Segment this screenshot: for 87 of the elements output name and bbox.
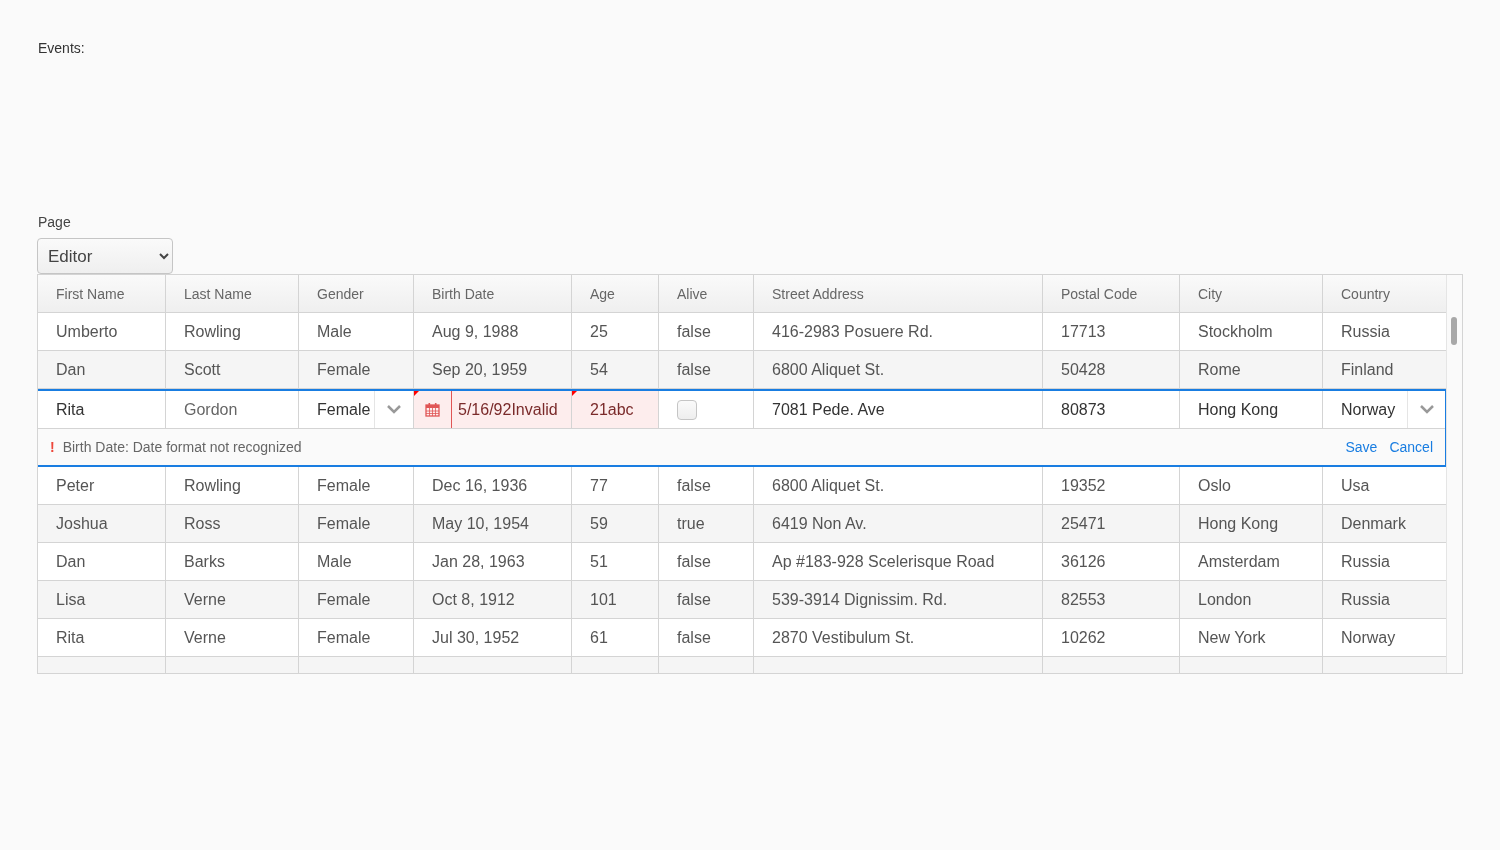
table-cell: false bbox=[659, 351, 754, 388]
column-header[interactable]: First Name bbox=[38, 275, 166, 312]
table-cell: Ross bbox=[166, 505, 299, 542]
caret-icon bbox=[1420, 405, 1434, 414]
table-cell: Female bbox=[299, 581, 414, 618]
table-cell: false bbox=[659, 313, 754, 350]
scrollbar-thumb[interactable] bbox=[1451, 317, 1457, 345]
table-cell: Rowling bbox=[166, 467, 299, 504]
cancel-button[interactable]: Cancel bbox=[1377, 439, 1433, 455]
error-message: Birth Date: Date format not recognized bbox=[62, 439, 302, 455]
table-cell: 2870 Vestibulum St. bbox=[754, 619, 1043, 656]
table-cell: 50428 bbox=[1043, 351, 1180, 388]
table-cell: Hong Kong bbox=[1180, 505, 1323, 542]
table-cell: 36126 bbox=[1043, 543, 1180, 580]
table-cell: Male bbox=[299, 543, 414, 580]
table-cell: Dan bbox=[38, 351, 166, 388]
page-label: Page bbox=[38, 214, 72, 232]
table-cell: Verne bbox=[166, 581, 299, 618]
table-cell: Gordon bbox=[166, 391, 299, 428]
table-cell: Female bbox=[299, 619, 414, 656]
calendar-icon bbox=[425, 402, 440, 417]
alive-checkbox[interactable] bbox=[677, 399, 697, 420]
table-cell: New York bbox=[1180, 619, 1323, 656]
error-mark: ! bbox=[50, 439, 55, 455]
table-cell: Male bbox=[299, 313, 414, 350]
table-cell: 6800 Aliquet St. bbox=[754, 351, 1043, 388]
table-cell: Female bbox=[299, 467, 414, 504]
table-cell: 101 bbox=[572, 581, 659, 618]
table-cell: Jul 30, 1952 bbox=[414, 619, 572, 656]
table-cell: Scott bbox=[166, 351, 299, 388]
table-cell: Rita bbox=[38, 619, 166, 656]
table-cell: Rowling bbox=[166, 313, 299, 350]
table-cell: Aug 9, 1988 bbox=[414, 313, 572, 350]
table-cell: 19352 bbox=[1043, 467, 1180, 504]
table-cell: 416-2983 Posuere Rd. bbox=[754, 313, 1043, 350]
table-cell: Female bbox=[299, 505, 414, 542]
table-cell: Sep 20, 1959 bbox=[414, 351, 572, 388]
table-cell: Dec 16, 1936 bbox=[414, 467, 572, 504]
column-header[interactable]: City bbox=[1180, 275, 1323, 312]
table-cell: 59 bbox=[572, 505, 659, 542]
table-cell: Jan 28, 1963 bbox=[414, 543, 572, 580]
table-cell: Peter bbox=[38, 467, 166, 504]
age-field[interactable]: 21abc bbox=[572, 391, 659, 428]
table-cell: 82553 bbox=[1043, 581, 1180, 618]
table-cell: 61 bbox=[572, 619, 659, 656]
column-header[interactable]: Last Name bbox=[166, 275, 299, 312]
table-cell: Barks bbox=[166, 543, 299, 580]
table-cell: 17713 bbox=[1043, 313, 1180, 350]
table-cell: 6800 Aliquet St. bbox=[754, 467, 1043, 504]
table-cell: Dan bbox=[38, 543, 166, 580]
table-cell: 6419 Non Av. bbox=[754, 505, 1043, 542]
page-select[interactable]: Editor bbox=[37, 238, 173, 274]
table-cell: Amsterdam bbox=[1180, 543, 1323, 580]
table-cell: 539-3914 Dignissim. Rd. bbox=[754, 581, 1043, 618]
table-cell: 51 bbox=[572, 543, 659, 580]
table-cell: Lisa bbox=[38, 581, 166, 618]
table-cell: 54 bbox=[572, 351, 659, 388]
table-cell: Oslo bbox=[1180, 467, 1323, 504]
column-header[interactable]: Alive bbox=[659, 275, 754, 312]
table-cell: Female bbox=[299, 351, 414, 388]
column-header[interactable]: Gender bbox=[299, 275, 414, 312]
table-cell: false bbox=[659, 619, 754, 656]
save-button[interactable]: Save bbox=[1333, 439, 1378, 455]
table-cell: false bbox=[659, 581, 754, 618]
table-cell: Oct 8, 1912 bbox=[414, 581, 572, 618]
table-cell: 77 bbox=[572, 467, 659, 504]
table-cell: Ap #183-928 Scelerisque Road bbox=[754, 543, 1043, 580]
column-header[interactable]: Age bbox=[572, 275, 659, 312]
table-cell: 25471 bbox=[1043, 505, 1180, 542]
table-cell: London bbox=[1180, 581, 1323, 618]
column-header[interactable]: Street Address bbox=[754, 275, 1043, 312]
column-header[interactable]: Postal Code bbox=[1043, 275, 1180, 312]
table-cell: Umberto bbox=[38, 313, 166, 350]
table-cell: Verne bbox=[166, 619, 299, 656]
table-cell: Rome bbox=[1180, 351, 1323, 388]
table-cell: false bbox=[659, 467, 754, 504]
table-cell: 10262 bbox=[1043, 619, 1180, 656]
table-cell: true bbox=[659, 505, 754, 542]
events-label: Events: bbox=[38, 40, 86, 58]
caret-icon bbox=[387, 405, 401, 414]
table-cell: Stockholm bbox=[1180, 313, 1323, 350]
table-cell: May 10, 1954 bbox=[414, 505, 572, 542]
table-cell: 25 bbox=[572, 313, 659, 350]
table-cell: Joshua bbox=[38, 505, 166, 542]
table-cell: false bbox=[659, 543, 754, 580]
birth-date-field[interactable]: 5/16/92Invalid bbox=[414, 391, 572, 428]
column-header[interactable]: Birth Date bbox=[414, 275, 572, 312]
